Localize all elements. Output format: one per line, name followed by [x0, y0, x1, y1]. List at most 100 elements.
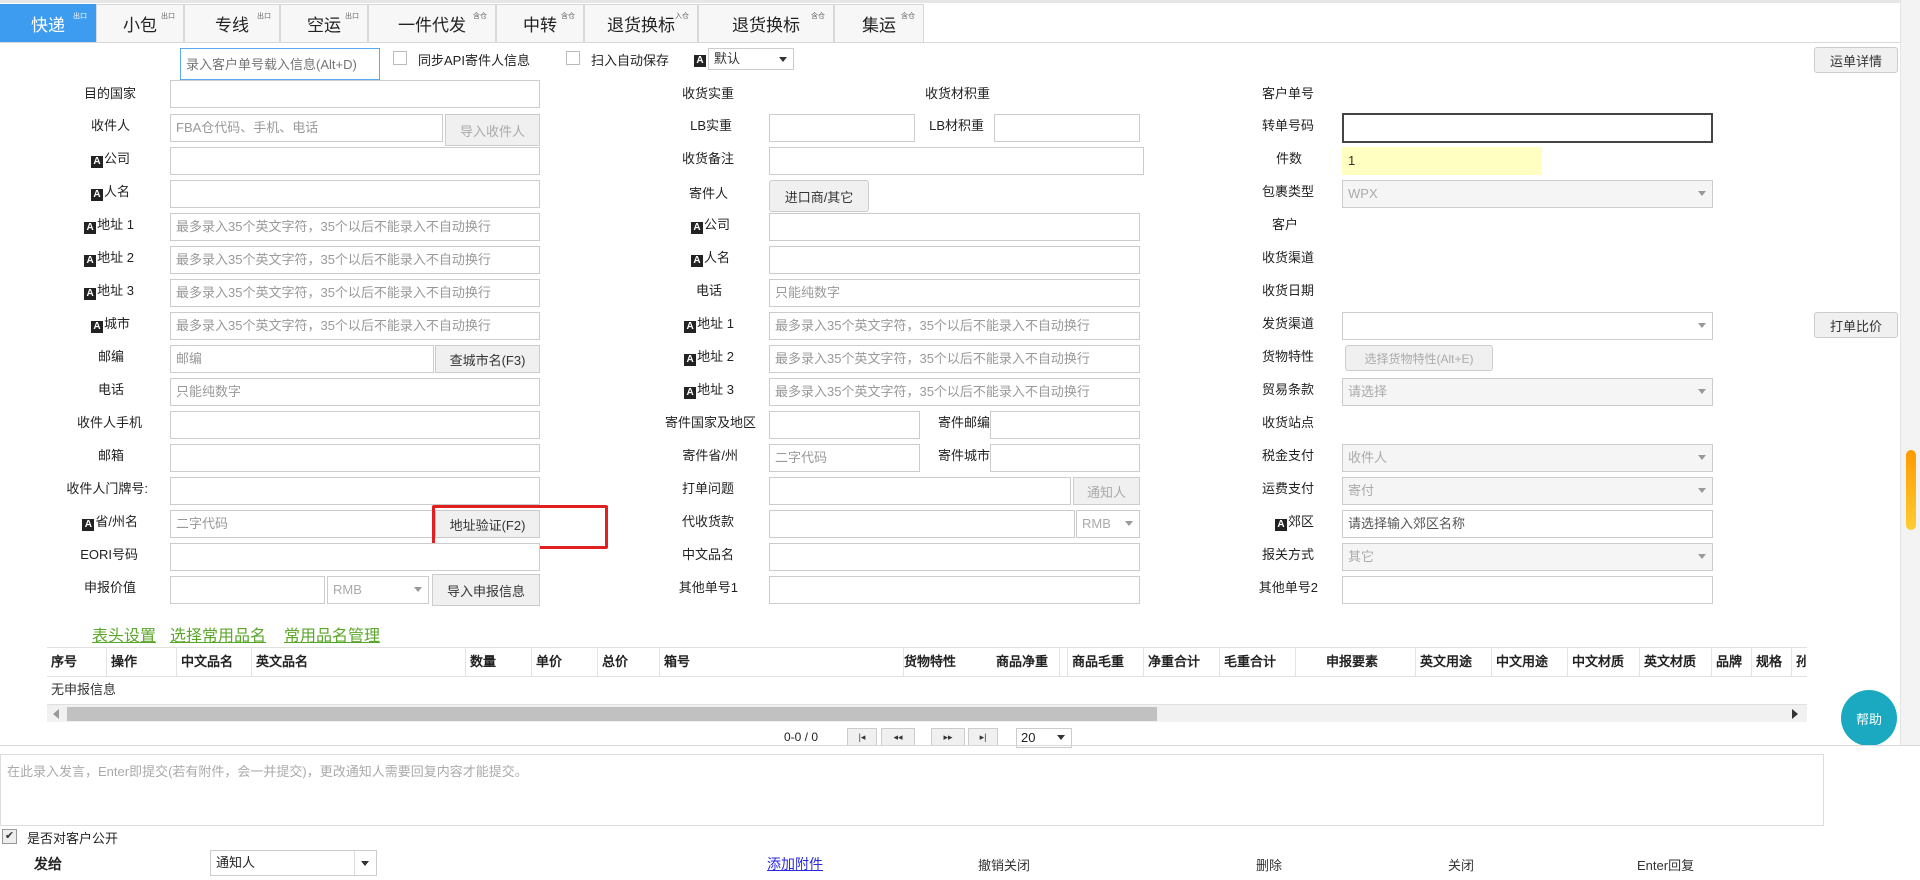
- zip-input[interactable]: 邮编: [170, 345, 434, 373]
- ship-channel-select[interactable]: [1342, 312, 1713, 340]
- header-settings-link[interactable]: 表头设置: [92, 622, 156, 646]
- scroll-right-icon[interactable]: [1792, 709, 1798, 719]
- scroll-left-icon[interactable]: [53, 709, 59, 719]
- horizontal-scrollbar[interactable]: [47, 704, 1807, 722]
- other-no2-input[interactable]: [1342, 576, 1713, 604]
- order-load-input[interactable]: [180, 48, 380, 80]
- choose-items-link[interactable]: 选择常用品名: [170, 622, 266, 646]
- eori-input[interactable]: [170, 543, 540, 571]
- import-declare-button[interactable]: 导入申报信息: [432, 574, 540, 606]
- email-input[interactable]: [170, 444, 540, 472]
- sync-api-checkbox[interactable]: [393, 51, 407, 65]
- freight-select[interactable]: 寄付: [1342, 477, 1713, 505]
- sender-state-input[interactable]: 二字代码: [769, 444, 920, 472]
- col-header: 英文用途: [1416, 648, 1492, 676]
- vertical-scrollbar[interactable]: [1900, 0, 1920, 745]
- message-textarea[interactable]: 在此录入发言，Enter即提交(若有附件，会一并提交)，更改通知人需要回复内容才…: [0, 754, 1824, 826]
- receive-remark-input[interactable]: [769, 147, 1144, 175]
- tab-transit[interactable]: 中转 含仓: [496, 4, 584, 42]
- currency-value: RMB: [333, 582, 362, 597]
- addr1-input[interactable]: 最多录入35个英文字符，35个以后不能录入不自动换行: [170, 213, 540, 241]
- scrollbar-thumb[interactable]: [67, 707, 1157, 721]
- lb-actual-input[interactable]: [769, 114, 915, 142]
- suburb-input[interactable]: 请选择输入郊区名称: [1342, 510, 1713, 538]
- font-select[interactable]: 默认: [708, 48, 794, 70]
- doorplate-input[interactable]: [170, 477, 540, 505]
- zip-label: 邮编: [97, 349, 124, 364]
- addr3-input[interactable]: 最多录入35个英文字符，35个以后不能录入不自动换行: [170, 279, 540, 307]
- print-issue-input[interactable]: [769, 477, 1071, 505]
- sender-addr2-input[interactable]: 最多录入35个英文字符，35个以后不能录入不自动换行: [769, 345, 1140, 373]
- country-input[interactable]: [170, 80, 540, 108]
- tab-dropship[interactable]: 一件代发 含仓: [368, 4, 496, 42]
- notify-button[interactable]: 通知人: [1073, 477, 1140, 505]
- auto-save-checkbox[interactable]: [566, 51, 580, 65]
- sender-country-input[interactable]: [769, 411, 920, 439]
- manage-items-link[interactable]: 常用品名管理: [284, 622, 380, 646]
- send-to-label: 发给: [34, 856, 62, 872]
- phone-input[interactable]: 只能纯数字: [170, 378, 540, 406]
- declared-value-input[interactable]: [170, 576, 325, 604]
- notify-person-select[interactable]: 通知人: [210, 850, 377, 876]
- sender-addr1-input[interactable]: 最多录入35个英文字符，35个以后不能录入不自动换行: [769, 312, 1140, 340]
- tab-small-parcel[interactable]: 小包 出口: [96, 4, 184, 42]
- delete-button[interactable]: 删除: [1256, 855, 1282, 874]
- person-input[interactable]: [170, 180, 540, 208]
- sender-person-input[interactable]: [769, 246, 1140, 274]
- lb-actual-label: LB实重: [690, 118, 732, 133]
- cn-name-input[interactable]: [769, 543, 1140, 571]
- customs-select[interactable]: 其它: [1342, 543, 1713, 571]
- trade-terms-select[interactable]: 请选择: [1342, 378, 1713, 406]
- city-input[interactable]: 最多录入35个英文字符，35个以后不能录入不自动换行: [170, 312, 540, 340]
- sender-zip-input[interactable]: [990, 411, 1140, 439]
- transfer-no-input[interactable]: [1342, 113, 1713, 143]
- sender-company-input[interactable]: [769, 213, 1140, 241]
- prev-page-button[interactable]: ◂◂: [881, 728, 915, 746]
- next-page-button[interactable]: ▸▸: [931, 728, 965, 746]
- print-compare-button[interactable]: 打单比价: [1814, 312, 1898, 338]
- tab-tag: 出口: [345, 13, 359, 20]
- lb-volume-input[interactable]: [994, 114, 1140, 142]
- font-a-icon: A: [84, 255, 97, 267]
- scrollbar-thumb[interactable]: [1906, 450, 1916, 530]
- tab-air[interactable]: 空运 出口: [280, 4, 368, 42]
- package-type-select[interactable]: WPX: [1342, 180, 1713, 208]
- doorplate-label: 收件人门牌号:: [66, 481, 148, 496]
- col-header: 孙: [1796, 654, 1806, 669]
- sender-phone-input[interactable]: 只能纯数字: [769, 279, 1140, 307]
- first-page-icon: |◂: [858, 731, 866, 742]
- add-attachment-link[interactable]: 添加附件: [767, 854, 823, 874]
- sender-city-input[interactable]: [990, 444, 1140, 472]
- other-no1-input[interactable]: [769, 576, 1140, 604]
- city-lookup-button[interactable]: 查城市名(F3): [435, 345, 540, 373]
- recipient-name-input[interactable]: FBA仓代码、手机、电话: [170, 114, 443, 142]
- col-header: 毛重合计: [1220, 648, 1296, 676]
- currency-select[interactable]: RMB: [327, 576, 429, 604]
- pieces-input[interactable]: 1: [1342, 147, 1542, 175]
- goods-button[interactable]: 选择货物特性(Alt+E): [1345, 345, 1493, 371]
- tab-return-relabel[interactable]: 退货换标 含仓: [698, 4, 834, 42]
- addr2-input[interactable]: 最多录入35个英文字符，35个以后不能录入不自动换行: [170, 246, 540, 274]
- importer-button[interactable]: 进口商/其它: [769, 180, 869, 212]
- cancel-close-button[interactable]: 撤销关闭: [978, 855, 1030, 874]
- state-input[interactable]: 二字代码: [170, 510, 434, 538]
- tab-consolidation[interactable]: 集运 含仓: [834, 4, 924, 42]
- public-checkbox[interactable]: ✔: [2, 829, 17, 844]
- tab-express[interactable]: 快递 出口: [0, 4, 96, 42]
- sender-addr3-input[interactable]: 最多录入35个英文字符，35个以后不能录入不自动换行: [769, 378, 1140, 406]
- company-input[interactable]: [170, 147, 540, 175]
- cod-input[interactable]: [769, 510, 1075, 538]
- tab-dedicated-line[interactable]: 专线 出口: [184, 4, 280, 42]
- help-button[interactable]: 帮助: [1841, 690, 1897, 746]
- first-page-button[interactable]: |◂: [847, 728, 877, 746]
- tax-select[interactable]: 收件人: [1342, 444, 1713, 472]
- tab-return-relabel-in[interactable]: 退货换标 入仓: [584, 4, 698, 42]
- import-recipient-button[interactable]: 导入收件人: [445, 114, 540, 146]
- mobile-input[interactable]: [170, 411, 540, 439]
- waybill-detail-button[interactable]: 运单详情: [1814, 47, 1898, 73]
- col-header: 商品毛重: [1068, 648, 1144, 676]
- enter-reply-button[interactable]: Enter回复: [1637, 855, 1694, 874]
- last-page-button[interactable]: ▸|: [968, 728, 998, 746]
- cod-currency-select[interactable]: RMB: [1076, 510, 1140, 538]
- close-button[interactable]: 关闭: [1448, 855, 1474, 874]
